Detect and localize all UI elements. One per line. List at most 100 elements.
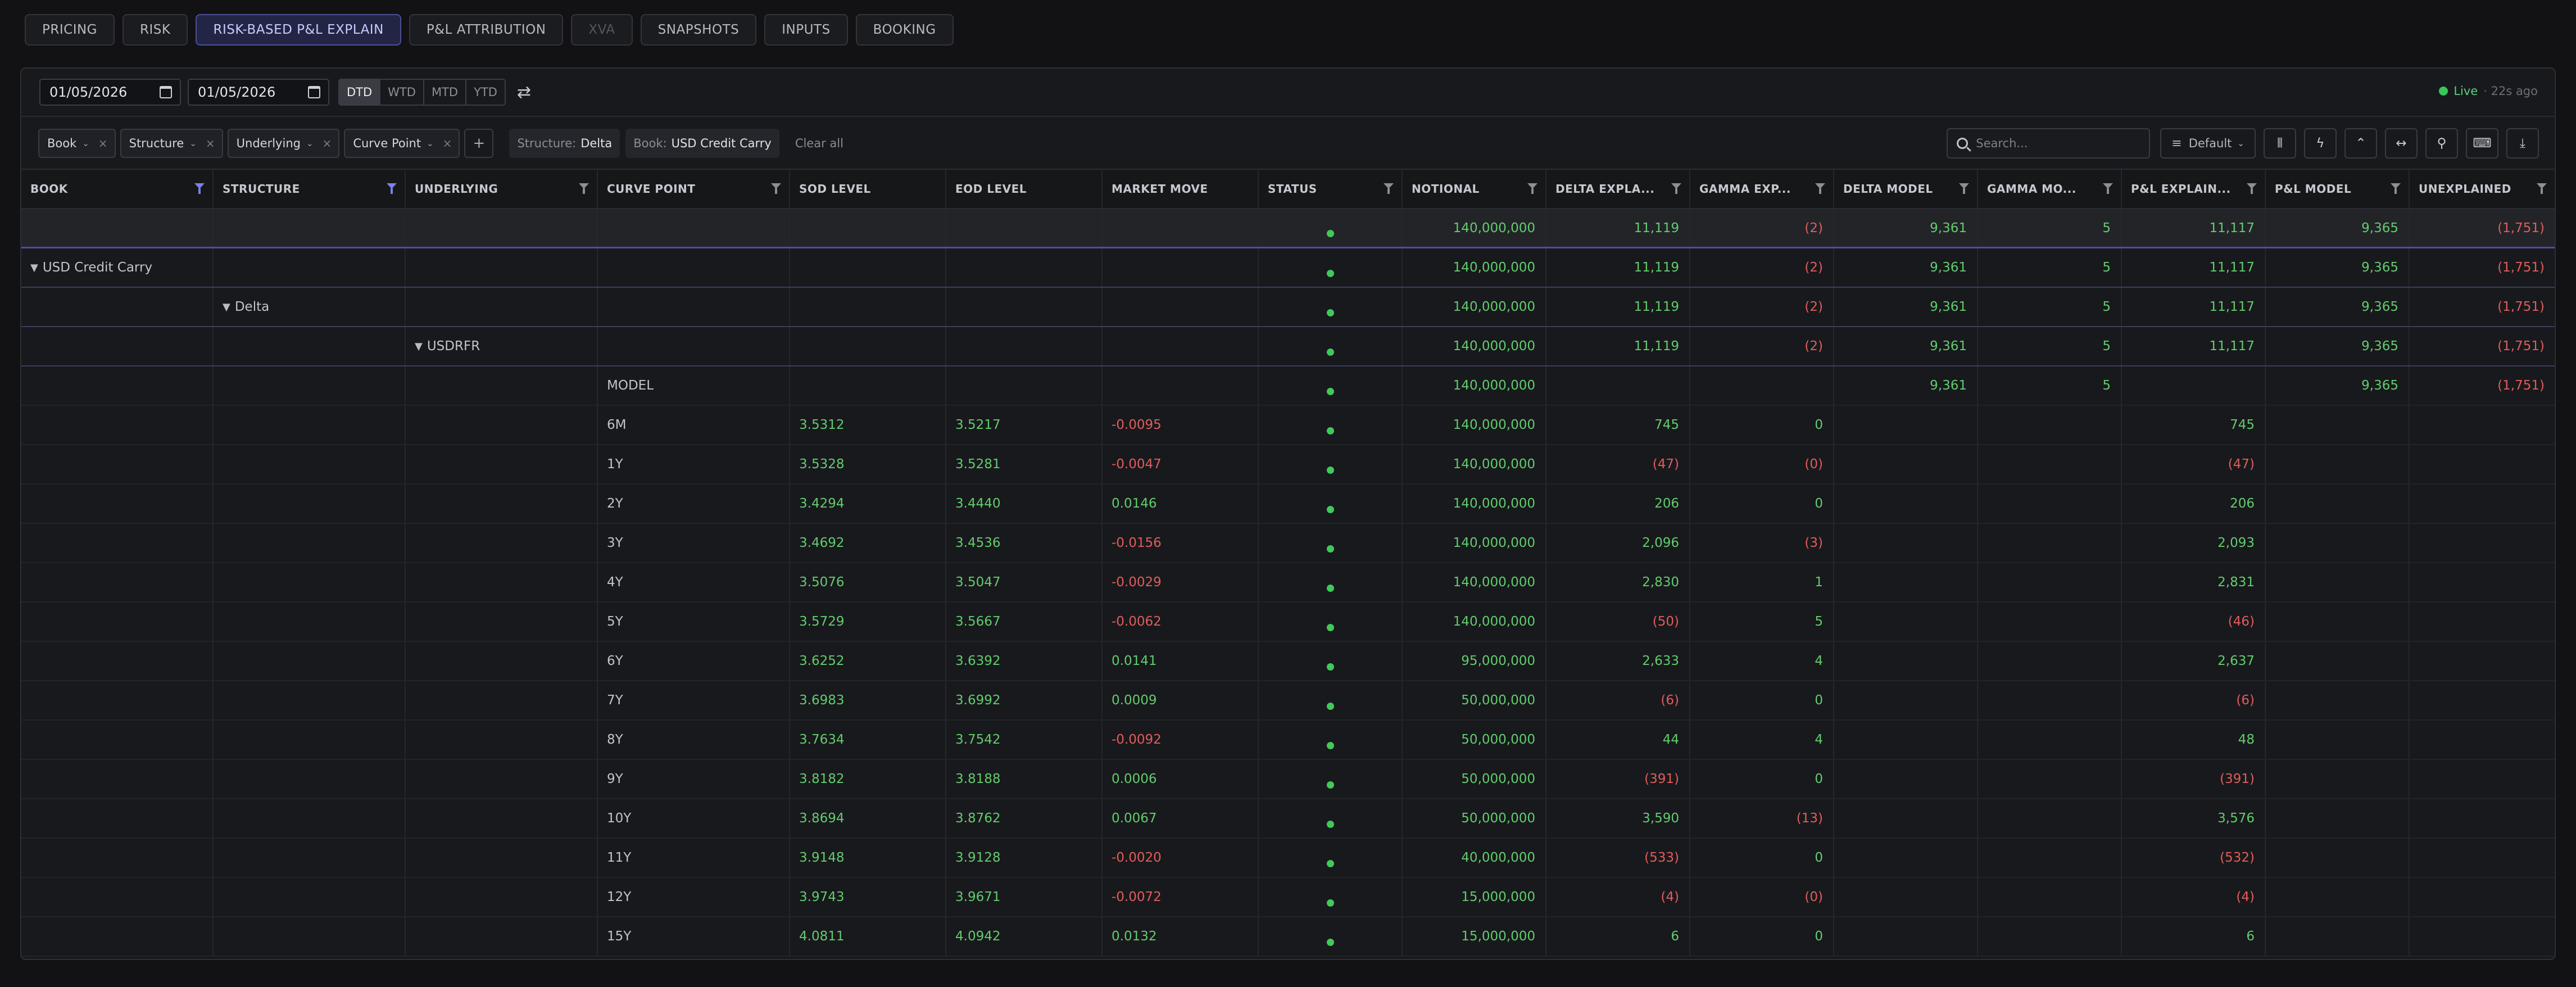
filter-icon[interactable] (579, 183, 589, 194)
column-header-eod-level[interactable]: EOD LEVEL (946, 170, 1103, 208)
keyboard-icon[interactable]: ⌨ (2466, 128, 2498, 159)
period-ytd[interactable]: YTD (466, 80, 505, 105)
filter-pill-structure[interactable]: Structure: Delta (509, 129, 620, 158)
filter-icon[interactable] (1384, 183, 1394, 194)
cell-status (1259, 485, 1403, 523)
close-icon[interactable]: × (206, 137, 215, 150)
cell-value-eod: 3.6992 (955, 693, 1001, 708)
table-row[interactable]: 6Y 3.6252 3.6392 0.0141 95,000,000 2,633 4 2,63… (21, 642, 2555, 681)
cell-curve-point: 10Y (598, 799, 790, 837)
table-row[interactable]: 5Y 3.5729 3.5667 -0.0062 140,000,000 (50) 5 (46… (21, 603, 2555, 642)
view-select[interactable]: ≡ Default ⌄ (2160, 128, 2256, 159)
table-row[interactable]: 11Y 3.9148 3.9128 -0.0020 40,000,000 (533) 0 (5… (21, 839, 2555, 878)
period-wtd[interactable]: WTD (380, 80, 424, 105)
table-row[interactable]: 6M 3.5312 3.5217 -0.0095 140,000,000 745 0 745 (21, 406, 2555, 445)
filter-icon[interactable] (387, 183, 397, 194)
collapse-icon[interactable]: ▼ (223, 301, 230, 313)
tab-pricing[interactable]: PRICING (25, 14, 115, 46)
table-row[interactable]: 2Y 3.4294 3.4440 0.0146 140,000,000 206 0 206 (21, 485, 2555, 524)
chevron-down-icon[interactable]: ⌄ (82, 138, 89, 148)
column-header-delta-model[interactable]: DELTA MODEL (1834, 170, 1978, 208)
expand-horizontal-icon[interactable]: ↔ (2385, 128, 2418, 159)
lightning-icon[interactable]: ϟ (2304, 128, 2337, 159)
group-row[interactable]: ▼ USD Credit Carry 140,000,000 11,119 (2) 9,3… (21, 248, 2555, 288)
tab-booking[interactable]: BOOKING (855, 14, 954, 46)
period-mtd[interactable]: MTD (424, 80, 467, 105)
tab-inputs[interactable]: INPUTS (764, 14, 848, 46)
table-row[interactable]: 7Y 3.6983 3.6992 0.0009 50,000,000 (6) 0 (6) (21, 681, 2555, 721)
tab-risk[interactable]: RISK (123, 14, 188, 46)
column-header-market-move[interactable]: MARKET MOVE (1103, 170, 1259, 208)
columns-icon[interactable]: ⦀ (2264, 128, 2296, 159)
table-row[interactable]: MODEL 140,000,000 9,361 5 9,365 (1,751) (21, 366, 2555, 406)
download-icon[interactable]: ⤓ (2506, 128, 2539, 159)
start-date-input[interactable]: 01/05/2026 (39, 79, 181, 106)
table-row[interactable]: 10Y 3.8694 3.8762 0.0067 50,000,000 3,590 (13)… (21, 799, 2555, 839)
filter-icon[interactable] (194, 183, 205, 194)
cell-value-unexplained: (1,751) (2497, 260, 2545, 275)
column-header-delta-expla[interactable]: DELTA EXPLA... (1546, 170, 1690, 208)
close-icon[interactable]: × (323, 137, 332, 150)
close-icon[interactable]: × (443, 137, 452, 150)
filter-icon[interactable] (2103, 183, 2113, 194)
cell-delta-model (1834, 406, 1978, 444)
table-row[interactable]: 9Y 3.8182 3.8188 0.0006 50,000,000 (391) 0 (391… (21, 760, 2555, 799)
table-row[interactable]: 12Y 3.9743 3.9671 -0.0072 15,000,000 (4) (0) (4… (21, 878, 2555, 917)
column-header-book[interactable]: BOOK (21, 170, 214, 208)
column-header-notional[interactable]: NOTIONAL (1403, 170, 1546, 208)
chevron-up-icon[interactable]: ⌃ (2344, 128, 2377, 159)
table-row[interactable]: 4Y 3.5076 3.5047 -0.0029 140,000,000 2,830 1 2,… (21, 563, 2555, 603)
pin-icon[interactable]: ⚲ (2425, 128, 2458, 159)
tab-pnl-attribution[interactable]: P&L ATTRIBUTION (409, 14, 564, 46)
column-header-structure[interactable]: STRUCTURE (214, 170, 406, 208)
filter-icon[interactable] (771, 183, 781, 194)
filter-icon[interactable] (2391, 183, 2401, 194)
filter-icon[interactable] (1527, 183, 1538, 194)
calendar-icon[interactable] (308, 86, 320, 98)
filter-pill-book[interactable]: Book: USD Credit Carry (625, 129, 779, 158)
column-header-status[interactable]: STATUS (1259, 170, 1403, 208)
period-dtd[interactable]: DTD (339, 80, 381, 105)
clear-all-link[interactable]: Clear all (795, 137, 843, 150)
column-header-pandl-model[interactable]: P&L MODEL (2266, 170, 2410, 208)
close-icon[interactable]: × (98, 137, 108, 150)
filter-icon[interactable] (2247, 183, 2257, 194)
filter-icon[interactable] (1959, 183, 1969, 194)
swap-icon[interactable]: ⇄ (517, 83, 531, 102)
group-row[interactable]: ▼ Delta 140,000,000 11,119 (2) 9,361 5 11,117 9,… (21, 288, 2555, 327)
column-header-pandl-explain[interactable]: P&L EXPLAIN... (2122, 170, 2266, 208)
add-group-button[interactable]: + (464, 129, 494, 158)
table-row[interactable]: 15Y 4.0811 4.0942 0.0132 15,000,000 6 0 6 (21, 917, 2555, 957)
table-row[interactable]: 1Y 3.5328 3.5281 -0.0047 140,000,000 (47) (0) (… (21, 445, 2555, 485)
table-row[interactable]: 3Y 3.4692 3.4536 -0.0156 140,000,000 2,096 (3)… (21, 524, 2555, 563)
tab-risk-based-pnl-explain[interactable]: RISK-BASED P&L EXPLAIN (196, 14, 401, 46)
group-chip-curve-point[interactable]: Curve Point ⌄ × (344, 129, 460, 158)
group-row[interactable]: ▼ USDRFR 140,000,000 11,119 (2) 9,361 5 11,117 9… (21, 327, 2555, 366)
filter-icon[interactable] (1671, 183, 1681, 194)
collapse-icon[interactable]: ▼ (30, 262, 38, 274)
group-chip-book[interactable]: Book ⌄ × (38, 129, 116, 158)
end-date-input[interactable]: 01/05/2026 (188, 79, 329, 106)
group-chip-structure[interactable]: Structure ⌄ × (120, 129, 223, 158)
chevron-down-icon[interactable]: ⌄ (427, 138, 434, 148)
cell-notional: 15,000,000 (1403, 878, 1546, 916)
table-row[interactable]: 8Y 3.7634 3.7542 -0.0092 50,000,000 44 4 48 (21, 721, 2555, 760)
column-header-gamma-exp[interactable]: GAMMA EXP... (1690, 170, 1834, 208)
collapse-icon[interactable]: ▼ (415, 341, 423, 352)
column-header-curve-point[interactable]: CURVE POINT (598, 170, 790, 208)
tab-snapshots[interactable]: SNAPSHOTS (640, 14, 757, 46)
group-chip-underlying[interactable]: Underlying ⌄ × (227, 129, 340, 158)
column-header-unexplained[interactable]: UNEXPLAINED (2410, 170, 2555, 208)
cell-value-pnl-explain: (532) (2220, 850, 2255, 865)
column-header-sod-level[interactable]: SOD LEVEL (790, 170, 946, 208)
calendar-icon[interactable] (160, 86, 172, 98)
cell-value-delta-explain: (50) (1652, 614, 1679, 629)
chevron-down-icon[interactable]: ⌄ (306, 138, 314, 148)
total-row[interactable]: 140,000,000 11,119 (2) 9,361 5 11,117 9,365 (1,… (21, 209, 2555, 248)
column-header-underlying[interactable]: UNDERLYING (406, 170, 598, 208)
search-input[interactable]: Search... (1947, 128, 2151, 159)
chevron-down-icon[interactable]: ⌄ (189, 138, 197, 148)
column-header-gamma-mo[interactable]: GAMMA MO... (1978, 170, 2122, 208)
filter-icon[interactable] (2537, 183, 2547, 194)
filter-icon[interactable] (1815, 183, 1825, 194)
